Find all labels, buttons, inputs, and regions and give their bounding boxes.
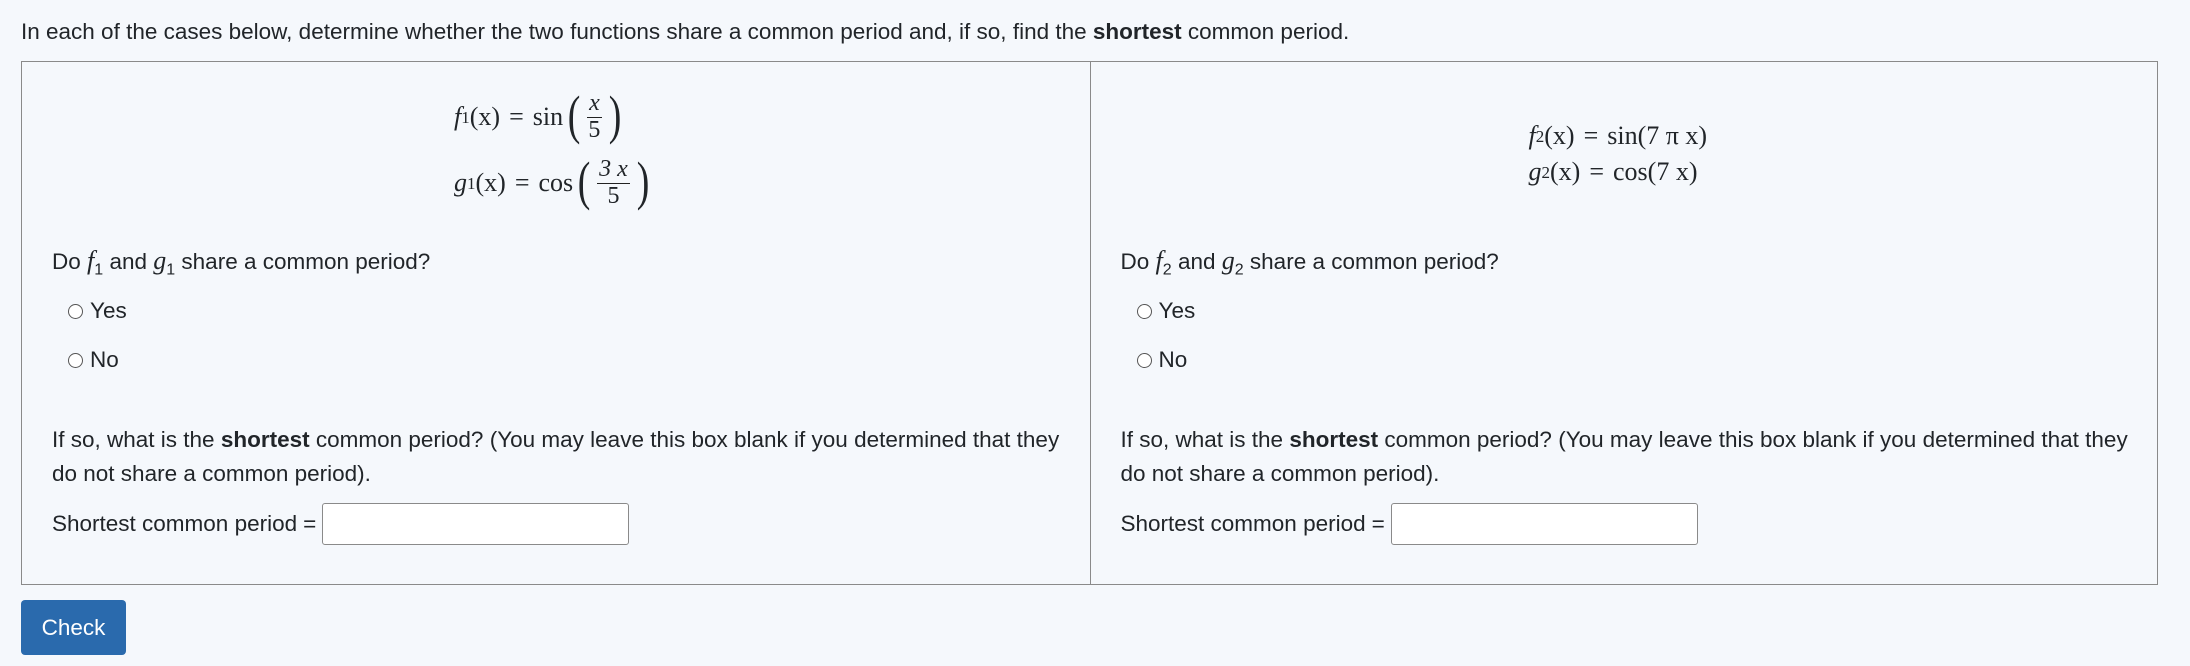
radio-no-case-2[interactable]: No: [1136, 347, 1187, 373]
case-2-panel: f 2 (x) = sin(7 π x) g 2 (x) = cos(7 x) Do f…: [1089, 62, 2158, 584]
radio-circle[interactable]: [68, 352, 83, 368]
radio-yes-case-1[interactable]: Yes: [68, 298, 127, 324]
case-1-panel: f 1 (x) = sin ( x5 ) g 1 (x) = cos ( 3 x5 ) …: [22, 62, 1090, 584]
check-button[interactable]: Check: [21, 600, 126, 655]
radio-yes-case-2[interactable]: Yes: [1136, 298, 1195, 324]
equation-f1: f 1 (x) = sin ( x5 ): [454, 85, 622, 145]
answer-row-case-1: Shortest common period =: [52, 503, 630, 545]
instructions: In each of the cases below, determine wh…: [21, 19, 1350, 44]
instruction-case-2: If so, what is the shortest common perio…: [1120, 427, 2128, 486]
equation-g2: g 2 (x) = cos(7 x): [1528, 157, 1698, 186]
answer-row-case-2: Shortest common period =: [1121, 503, 1698, 545]
instruction-case-1: If so, what is the shortest common perio…: [52, 427, 1060, 486]
cases-table: f 1 (x) = sin ( x5 ) g 1 (x) = cos ( 3 x5 ) …: [21, 61, 2158, 585]
radio-circle[interactable]: [68, 303, 83, 319]
period-input-case-2[interactable]: [1390, 503, 1698, 545]
question-case-1: Do f1 and g1 share a common period?: [52, 246, 431, 279]
radio-no-case-1[interactable]: No: [68, 347, 119, 373]
equation-f2: f 2 (x) = sin(7 π x): [1528, 121, 1708, 150]
radio-circle[interactable]: [1136, 303, 1152, 319]
period-input-case-1[interactable]: [322, 503, 630, 545]
equation-g1: g 1 (x) = cos ( 3 x5 ): [454, 151, 650, 211]
question-case-2: Do f2 and g2 share a common period?: [1120, 246, 1499, 279]
radio-circle[interactable]: [1136, 352, 1152, 368]
